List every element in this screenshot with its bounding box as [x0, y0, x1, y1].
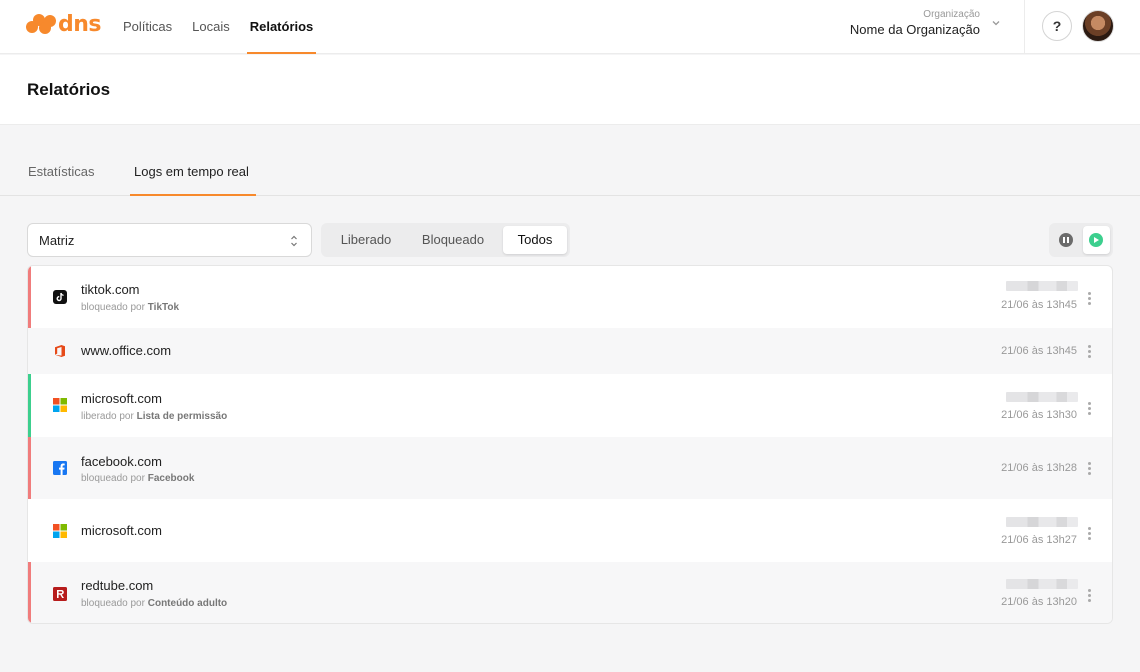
report-tabs: Estatísticas Logs em tempo real — [0, 150, 1140, 196]
status-bar-allowed — [28, 374, 31, 437]
status-bar-blocked — [28, 562, 31, 623]
tab-estatisticas[interactable]: Estatísticas — [28, 164, 94, 179]
filter-bloqueado[interactable]: Bloqueado — [411, 226, 495, 254]
log-reason: bloqueado por Facebook — [81, 473, 195, 484]
log-domain: microsoft.com — [81, 391, 162, 406]
redacted-field — [1006, 579, 1078, 589]
log-domain: www.office.com — [81, 343, 172, 358]
location-select[interactable]: Matriz — [27, 223, 312, 257]
tab-logs-tempo-real[interactable]: Logs em tempo real — [134, 164, 249, 179]
more-options-icon[interactable] — [1088, 462, 1092, 476]
log-domain: microsoft.com — [81, 523, 162, 538]
nav-divider — [1024, 0, 1025, 54]
main-nav: Políticas Locais Relatórios — [123, 0, 333, 54]
location-select-value: Matriz — [39, 233, 75, 248]
nav-item-politicas[interactable]: Políticas — [123, 0, 172, 54]
redacted-field — [1006, 517, 1078, 527]
more-options-icon[interactable] — [1088, 402, 1092, 416]
chevron-up-down-icon — [291, 235, 297, 247]
log-domain: facebook.com — [81, 454, 162, 469]
log-timestamp: 21/06 às 13h30 — [1001, 409, 1077, 421]
play-button[interactable] — [1083, 226, 1110, 254]
office-icon — [55, 345, 65, 357]
facebook-icon — [53, 461, 67, 475]
list-item[interactable]: microsoft.com liberado por Lista de perm… — [28, 374, 1112, 437]
more-options-icon[interactable] — [1088, 527, 1092, 541]
log-timestamp: 21/06 às 13h20 — [1001, 596, 1077, 608]
tiktok-icon — [53, 290, 67, 304]
filter-liberado[interactable]: Liberado — [329, 226, 403, 254]
dns-logo[interactable]: dns — [26, 12, 102, 37]
more-options-icon[interactable] — [1088, 292, 1092, 306]
more-options-icon[interactable] — [1088, 589, 1092, 603]
logo-wordmark: dns — [58, 12, 102, 37]
user-avatar[interactable] — [1082, 10, 1114, 42]
log-reason: bloqueado por Conteúdo adulto — [81, 598, 228, 609]
microsoft-icon — [53, 524, 67, 538]
page-header: Relatórios — [0, 55, 1140, 125]
microsoft-icon — [53, 398, 67, 412]
organization-switcher[interactable]: Organização Nome da Organização — [850, 9, 980, 37]
chevron-down-icon[interactable] — [990, 17, 1002, 29]
list-item[interactable]: facebook.com bloqueado por Facebook 21/0… — [28, 437, 1112, 499]
organization-name: Nome da Organização — [849, 22, 980, 37]
status-bar-blocked — [28, 266, 31, 328]
redacted-field — [1006, 392, 1078, 402]
active-tab-indicator — [130, 194, 256, 196]
log-reason: bloqueado por TikTok — [81, 302, 180, 313]
filter-todos[interactable]: Todos — [503, 226, 567, 254]
pause-icon[interactable] — [1059, 233, 1073, 247]
status-bar-blocked — [28, 437, 31, 499]
top-navbar: dns Políticas Locais Relatórios Organiza… — [0, 0, 1140, 54]
nav-item-relatorios[interactable]: Relatórios — [246, 0, 316, 54]
log-reason: liberado por Lista de permissão — [81, 411, 228, 422]
list-item[interactable]: www.office.com 21/06 às 13h45 — [28, 328, 1112, 374]
log-domain: tiktok.com — [81, 282, 140, 297]
live-playback-control — [1049, 223, 1113, 257]
list-item[interactable]: redtube.com bloqueado por Conteúdo adult… — [28, 562, 1112, 623]
page-title: Relatórios — [27, 80, 111, 99]
status-filter-segmented: Liberado Bloqueado Todos — [321, 223, 570, 257]
list-item[interactable]: tiktok.com bloqueado por TikTok 21/06 às… — [28, 266, 1112, 328]
log-timestamp: 21/06 às 13h45 — [1001, 345, 1077, 357]
list-item[interactable]: microsoft.com 21/06 às 13h27 — [28, 499, 1112, 562]
logs-list: tiktok.com bloqueado por TikTok 21/06 às… — [27, 265, 1113, 624]
log-timestamp: 21/06 às 13h28 — [1001, 462, 1077, 474]
more-options-icon[interactable] — [1088, 345, 1092, 359]
organization-label: Organização — [923, 9, 980, 20]
help-button[interactable]: ? — [1042, 11, 1072, 41]
logo-mark-icon — [26, 13, 56, 37]
log-domain: redtube.com — [81, 578, 154, 593]
play-icon — [1089, 233, 1103, 247]
redtube-icon — [53, 587, 67, 601]
redacted-field — [1006, 281, 1078, 291]
log-timestamp: 21/06 às 13h27 — [1001, 534, 1077, 546]
log-timestamp: 21/06 às 13h45 — [1001, 299, 1077, 311]
nav-item-locais[interactable]: Locais — [192, 0, 230, 54]
